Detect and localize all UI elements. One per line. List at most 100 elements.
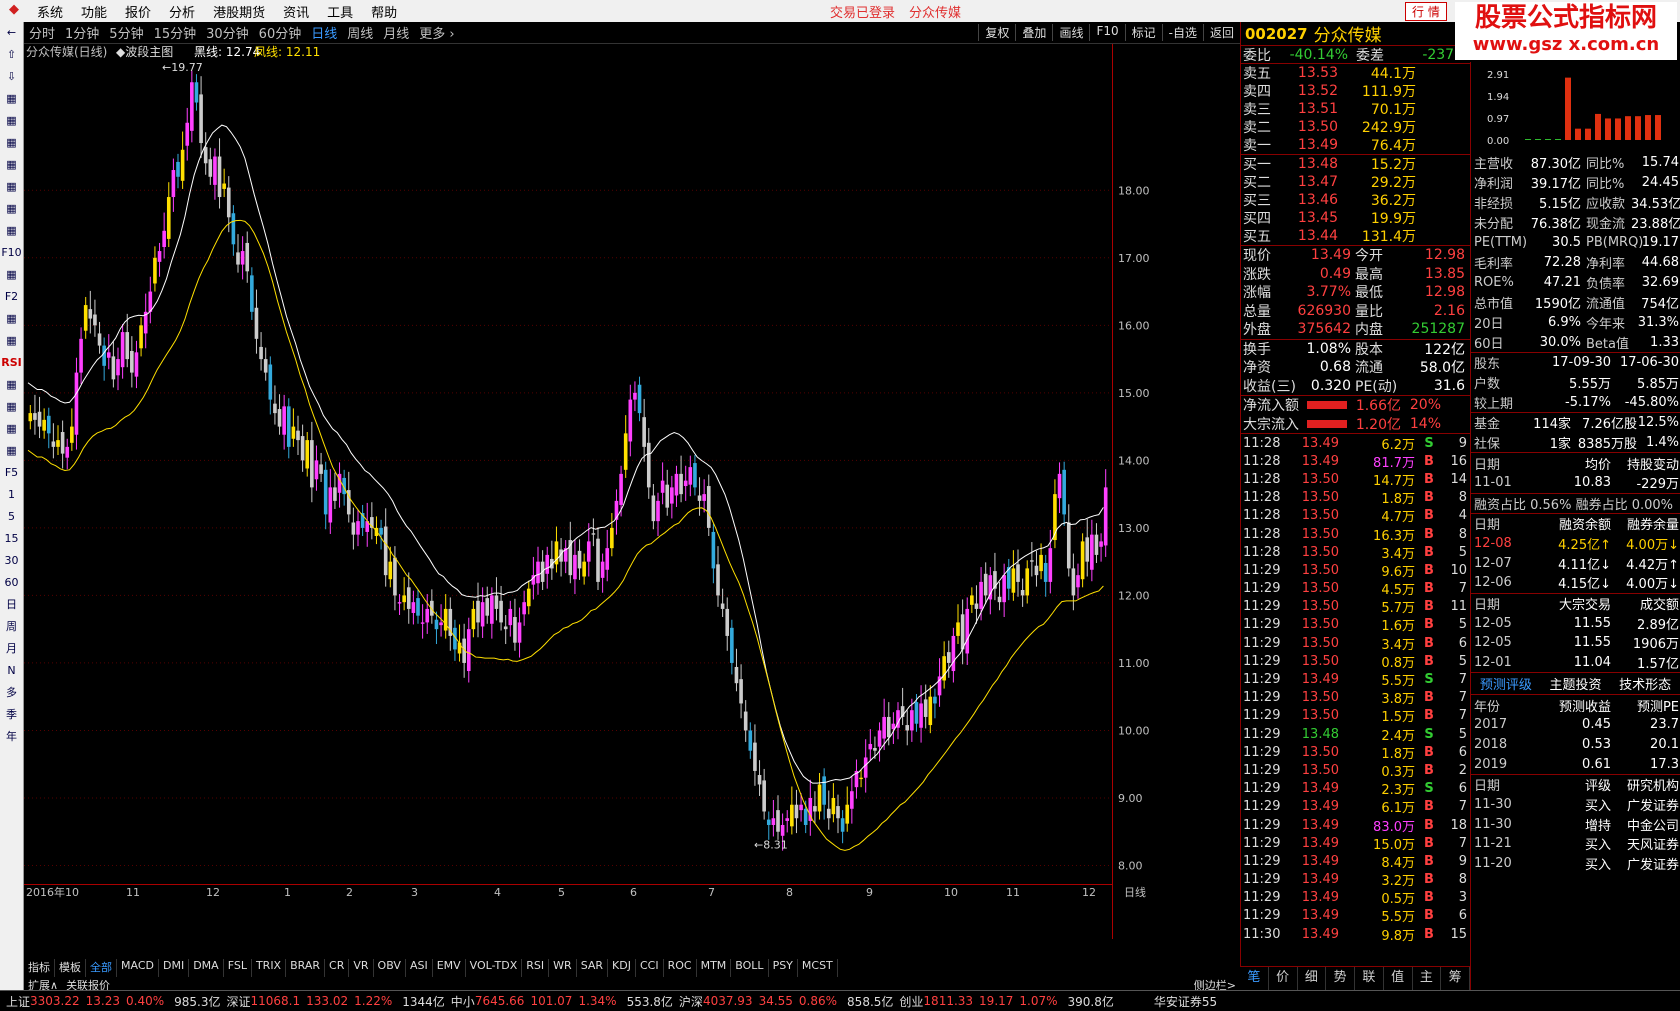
- kline-svg[interactable]: 18.0017.0016.0015.0014.0013.0012.0011.00…: [24, 44, 1240, 939]
- indicator-tab-16[interactable]: WR: [549, 959, 577, 977]
- menu-item-3[interactable]: 分析: [160, 2, 204, 21]
- indicator-tab-22[interactable]: BOLL: [731, 959, 769, 977]
- chart-tool-1[interactable]: 叠加: [1015, 24, 1052, 41]
- chart-tool-2[interactable]: 画线: [1052, 24, 1089, 41]
- indicator-tab-7[interactable]: TRIX: [252, 959, 287, 977]
- toolbar-button-14[interactable]: ▦: [0, 330, 23, 352]
- chart-tool-0[interactable]: 复权: [978, 24, 1015, 41]
- toolbar-button-25[interactable]: 60: [0, 572, 23, 594]
- indicator-tab-19[interactable]: CCI: [636, 959, 664, 977]
- indicator-tab-14[interactable]: VOL-TDX: [466, 959, 523, 977]
- ext-tab-1[interactable]: 关联报价: [62, 977, 114, 992]
- toolbar-button-7[interactable]: ▦: [0, 176, 23, 198]
- toolbar-button-26[interactable]: 日: [0, 594, 23, 616]
- ext-tab-0[interactable]: 扩展∧: [24, 977, 62, 992]
- toolbar-button-28[interactable]: 月: [0, 638, 23, 660]
- indicator-tab-20[interactable]: ROC: [664, 959, 697, 977]
- menu-item-7[interactable]: 帮助: [362, 2, 406, 21]
- toolbar-button-9[interactable]: ▦: [0, 220, 23, 242]
- forecast-tab-1[interactable]: 主题投资: [1549, 674, 1601, 693]
- chart-tool-6[interactable]: 返回: [1202, 24, 1240, 41]
- toolbar-button-2[interactable]: ⇩: [0, 66, 23, 88]
- forecast-tab-2[interactable]: 技术形态: [1619, 674, 1671, 693]
- toolbar-button-18[interactable]: ▦: [0, 418, 23, 440]
- indicator-tab-17[interactable]: SAR: [577, 959, 609, 977]
- period-tab-7[interactable]: 周线: [342, 23, 378, 42]
- indicator-tab-24[interactable]: MCST: [798, 959, 838, 977]
- sidebar-toggle-button[interactable]: 侧边栏>: [1190, 977, 1240, 992]
- quote-tab-1[interactable]: 价: [1269, 967, 1298, 990]
- toolbar-button-27[interactable]: 周: [0, 616, 23, 638]
- period-tab-9[interactable]: 更多 ›: [414, 23, 459, 42]
- quote-mode-button[interactable]: 行 情: [1405, 1, 1447, 21]
- indicator-tab-21[interactable]: MTM: [697, 959, 732, 977]
- toolbar-button-8[interactable]: ▦: [0, 198, 23, 220]
- quote-tab-6[interactable]: 主: [1413, 967, 1442, 990]
- toolbar-button-20[interactable]: F5: [0, 462, 23, 484]
- period-tab-2[interactable]: 5分钟: [104, 23, 148, 42]
- menu-item-6[interactable]: 工具: [318, 2, 362, 21]
- toolbar-button-0[interactable]: ←: [0, 22, 23, 44]
- period-tab-8[interactable]: 月线: [378, 23, 414, 42]
- indicator-tab-5[interactable]: DMA: [189, 959, 224, 977]
- period-tab-6[interactable]: 日线: [306, 23, 342, 42]
- period-tab-5[interactable]: 60分钟: [254, 23, 307, 42]
- toolbar-button-23[interactable]: 15: [0, 528, 23, 550]
- indicator-tab-23[interactable]: PSY: [769, 959, 798, 977]
- toolbar-button-31[interactable]: 季: [0, 704, 23, 726]
- chart-tool-3[interactable]: F10: [1089, 24, 1124, 41]
- app-logo-icon[interactable]: ◆: [4, 2, 24, 20]
- toolbar-button-11[interactable]: ▦: [0, 264, 23, 286]
- menu-item-0[interactable]: 系统: [28, 2, 72, 21]
- indicator-tab-11[interactable]: OBV: [374, 959, 406, 977]
- indicator-tab-10[interactable]: VR: [349, 959, 374, 977]
- indicator-tab-6[interactable]: FSL: [224, 959, 252, 977]
- indicator-tab-8[interactable]: BRAR: [286, 959, 326, 977]
- toolbar-button-22[interactable]: 5: [0, 506, 23, 528]
- toolbar-button-13[interactable]: ▦: [0, 308, 23, 330]
- indicator-tab-2[interactable]: 全部: [86, 959, 117, 977]
- indicator-tab-4[interactable]: DMI: [159, 959, 190, 977]
- toolbar-button-17[interactable]: ▦: [0, 396, 23, 418]
- toolbar-button-32[interactable]: 年: [0, 726, 23, 748]
- toolbar-button-4[interactable]: ▦: [0, 110, 23, 132]
- period-tab-0[interactable]: 分时: [24, 23, 60, 42]
- toolbar-button-16[interactable]: ▦: [0, 374, 23, 396]
- period-tab-1[interactable]: 1分钟: [60, 23, 104, 42]
- quote-tab-4[interactable]: 联: [1355, 967, 1384, 990]
- toolbar-button-1[interactable]: ⇧: [0, 44, 23, 66]
- chart-tool-4[interactable]: 标记: [1124, 24, 1162, 41]
- indicator-tab-9[interactable]: CR: [325, 959, 350, 977]
- toolbar-button-21[interactable]: 1: [0, 484, 23, 506]
- toolbar-button-30[interactable]: 多: [0, 682, 23, 704]
- indicator-tab-0[interactable]: 指标: [24, 959, 55, 977]
- quote-tab-2[interactable]: 细: [1298, 967, 1327, 990]
- kline-chart[interactable]: 18.00 17.00 16.00 15.00 14.00 13.00 12.00 11.00…: [24, 44, 1240, 939]
- quote-tab-3[interactable]: 势: [1326, 967, 1355, 990]
- indicator-tab-15[interactable]: RSI: [522, 959, 550, 977]
- indicator-tab-1[interactable]: 模板: [55, 959, 86, 977]
- toolbar-button-6[interactable]: ▦: [0, 154, 23, 176]
- toolbar-button-24[interactable]: 30: [0, 550, 23, 572]
- toolbar-button-15[interactable]: RSI: [0, 352, 23, 374]
- toolbar-button-5[interactable]: ▦: [0, 132, 23, 154]
- toolbar-button-29[interactable]: N: [0, 660, 23, 682]
- forecast-tab-0[interactable]: 预测评级: [1480, 674, 1532, 693]
- indicator-tab-3[interactable]: MACD: [117, 959, 159, 977]
- indicator-tab-12[interactable]: ASI: [406, 959, 433, 977]
- toolbar-button-3[interactable]: ▦: [0, 88, 23, 110]
- indicator-tab-13[interactable]: EMV: [433, 959, 466, 977]
- indicator-tab-18[interactable]: KDJ: [608, 959, 636, 977]
- menu-item-5[interactable]: 资讯: [274, 2, 318, 21]
- period-tab-4[interactable]: 30分钟: [201, 23, 254, 42]
- quote-tab-7[interactable]: 筹: [1441, 967, 1470, 990]
- toolbar-button-19[interactable]: ▦: [0, 440, 23, 462]
- menu-item-1[interactable]: 功能: [72, 2, 116, 21]
- chart-tool-5[interactable]: -自选: [1161, 24, 1203, 41]
- quote-tab-5[interactable]: 值: [1384, 967, 1413, 990]
- period-tab-3[interactable]: 15分钟: [149, 23, 202, 42]
- menu-item-4[interactable]: 港股期货: [204, 2, 274, 21]
- toolbar-button-12[interactable]: F2: [0, 286, 23, 308]
- menu-item-2[interactable]: 报价: [116, 2, 160, 21]
- quote-tab-0[interactable]: 笔: [1240, 967, 1269, 990]
